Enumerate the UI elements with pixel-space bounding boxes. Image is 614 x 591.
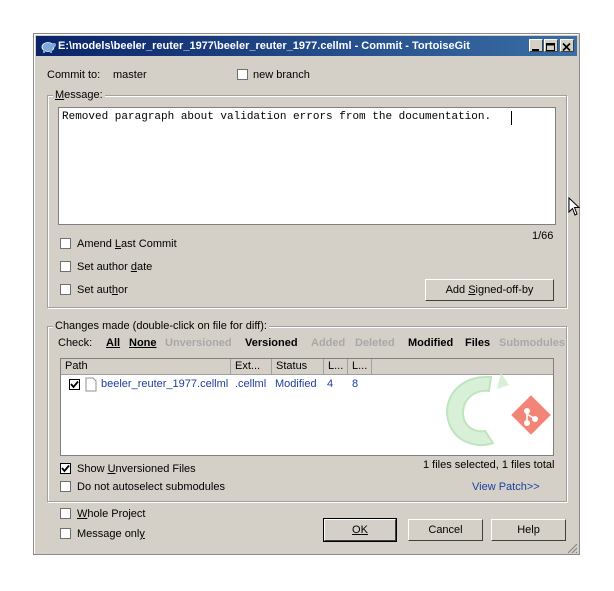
no-autoselect-checkbox[interactable] <box>60 481 71 492</box>
author-checkbox[interactable] <box>60 284 71 295</box>
filter-none[interactable]: None <box>129 336 157 350</box>
filter-files[interactable]: Files <box>465 336 490 350</box>
filter-unversioned: Unversioned <box>165 337 232 349</box>
message-only-label: Message only <box>77 528 145 540</box>
author-date-checkbox[interactable] <box>60 261 71 272</box>
file-row-lines-added: 4 <box>327 378 334 390</box>
minimize-button[interactable] <box>529 39 543 52</box>
whole-project-label: Whole Project <box>77 508 146 520</box>
mouse-cursor-icon <box>568 197 580 216</box>
ok-button-label: OK <box>352 524 368 536</box>
close-button[interactable] <box>560 39 574 52</box>
amend-label: Amend Last Commit <box>77 238 177 250</box>
filter-versioned[interactable]: Versioned <box>245 336 298 350</box>
author-date-label: Set author date <box>77 261 153 273</box>
filter-added: Added <box>311 337 346 349</box>
message-group-label: Message: <box>53 89 105 102</box>
filter-all[interactable]: All <box>106 336 120 350</box>
selection-summary: 1 files selected, 1 files total <box>423 459 555 471</box>
file-row-path[interactable]: beeler_reuter_1977.cellml <box>101 377 228 391</box>
message-label-rest: essage: <box>64 89 103 101</box>
whole-project-checkbox[interactable] <box>60 508 71 519</box>
column-header-lines-deleted[interactable]: L... <box>348 359 372 375</box>
changes-group-label: Changes made (double-click on file for d… <box>53 320 269 333</box>
author-label: Set author <box>77 284 128 296</box>
show-unversioned-checkbox[interactable] <box>60 463 71 474</box>
new-branch-label: new branch <box>253 69 310 81</box>
column-header-path[interactable]: Path <box>61 359 231 375</box>
commit-branch-name: master <box>113 69 147 81</box>
new-branch-checkbox[interactable] <box>237 69 248 80</box>
view-patch-link[interactable]: View Patch>> <box>472 480 540 494</box>
tortoisegit-watermark-icon <box>446 373 551 446</box>
add-signed-off-by-button[interactable]: Add Signed-off-by <box>425 279 554 301</box>
message-only-checkbox[interactable] <box>60 528 71 539</box>
file-row-checkbox[interactable] <box>69 379 80 390</box>
filter-submodules: Submodules <box>499 337 566 349</box>
file-icon <box>85 377 97 392</box>
resize-grip-icon[interactable] <box>566 542 578 554</box>
changes-file-list[interactable]: Path Ext... Status L... L... beeler_reut… <box>60 358 554 456</box>
maximize-icon <box>546 43 555 51</box>
checkmark-icon <box>70 380 79 389</box>
checkmark-icon <box>61 464 70 473</box>
filter-modified[interactable]: Modified <box>408 336 453 350</box>
message-counter: 1/66 <box>532 230 554 242</box>
no-autoselect-label: Do not autoselect submodules <box>77 481 225 493</box>
file-row-status: Modified <box>275 378 317 390</box>
file-row-ext: .cellml <box>235 378 267 390</box>
check-label: Check: <box>58 337 93 349</box>
minimize-icon <box>532 49 539 51</box>
tortoise-app-icon <box>41 42 56 53</box>
commit-message-input[interactable]: Removed paragraph about validation error… <box>58 107 556 225</box>
maximize-button[interactable] <box>544 39 558 52</box>
cancel-button[interactable]: Cancel <box>408 519 483 541</box>
title-bar[interactable]: E:\models\beeler_reuter_1977\beeler_reut… <box>36 36 577 56</box>
commit-dialog: E:\models\beeler_reuter_1977\beeler_reut… <box>33 33 580 555</box>
column-header-lines-added[interactable]: L... <box>324 359 348 375</box>
commit-message-text: Removed paragraph about validation error… <box>62 111 492 123</box>
help-button[interactable]: Help <box>491 519 566 541</box>
text-caret <box>511 111 512 125</box>
column-header-status[interactable]: Status <box>272 359 324 375</box>
window-title: E:\models\beeler_reuter_1977\beeler_reut… <box>58 40 470 52</box>
amend-checkbox[interactable] <box>60 238 71 249</box>
column-header-ext[interactable]: Ext... <box>231 359 272 375</box>
close-icon <box>562 42 571 52</box>
filter-deleted: Deleted <box>355 337 395 349</box>
file-row-lines-deleted: 8 <box>352 378 359 390</box>
commit-to-label: Commit to: <box>47 69 101 81</box>
show-unversioned-label: Show Unversioned Files <box>77 463 196 475</box>
ok-button[interactable]: OK <box>323 518 397 542</box>
